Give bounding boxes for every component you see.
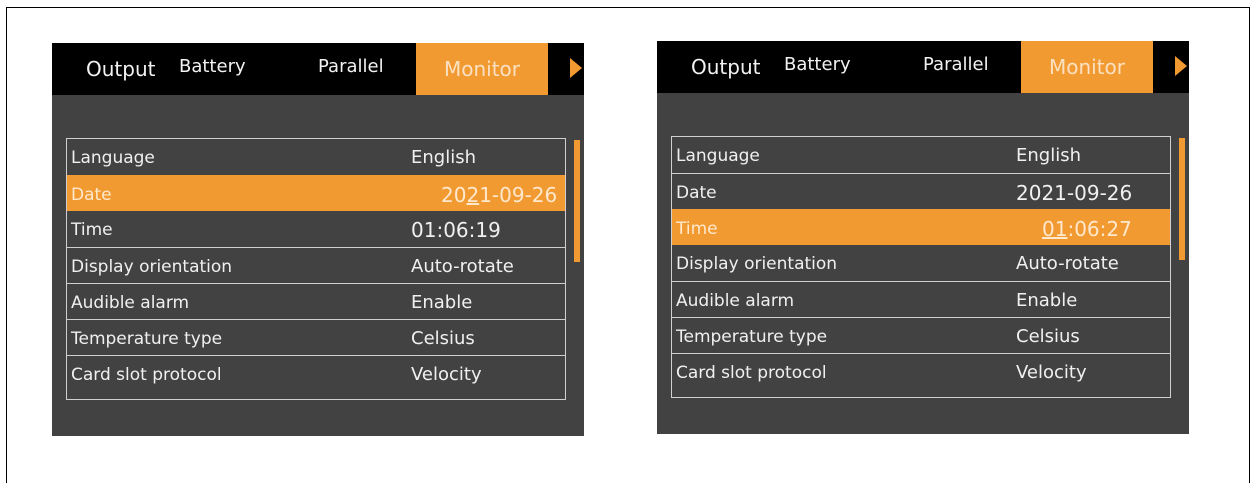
setting-label: Language [71, 148, 155, 168]
setting-value: Auto-rotate [411, 256, 514, 277]
setting-label: Language [676, 146, 760, 166]
tab-bar: Output Battery Parallel Monitor [657, 41, 1189, 93]
edit-cursor-digit: 01 [1042, 217, 1068, 241]
setting-value: 2021-09-26 [1016, 181, 1133, 205]
setting-value: Celsius [1016, 326, 1080, 347]
setting-label: Audible alarm [676, 291, 795, 311]
tab-monitor[interactable]: Monitor [416, 43, 548, 95]
setting-row-language[interactable]: Language English [67, 139, 565, 175]
settings-list: Language English Date 2021-09-26 Time 01… [66, 138, 566, 400]
tab-battery[interactable]: Battery [784, 39, 851, 91]
monitor-screen-time-edit: Output Battery Parallel Monitor Language… [657, 41, 1189, 434]
setting-label: Display orientation [676, 254, 838, 274]
settings-list: Language English Date 2021-09-26 Time 01… [671, 136, 1171, 398]
setting-row-temperature-type[interactable]: Temperature type Celsius [67, 319, 565, 355]
setting-value: Auto-rotate [1016, 253, 1119, 274]
setting-value: English [411, 147, 476, 168]
setting-row-card-slot-protocol[interactable]: Card slot protocol Velocity [672, 353, 1170, 389]
setting-value: English [1016, 145, 1081, 166]
time-suffix: :06:27 [1067, 217, 1132, 241]
setting-label: Temperature type [676, 327, 828, 347]
setting-value: Celsius [411, 328, 475, 349]
tab-bar: Output Battery Parallel Monitor [52, 43, 584, 95]
setting-label: Card slot protocol [71, 365, 222, 385]
setting-label: Temperature type [71, 329, 223, 349]
setting-value: Velocity [411, 364, 482, 385]
tab-parallel[interactable]: Parallel [318, 41, 384, 93]
tab-parallel[interactable]: Parallel [923, 39, 989, 91]
setting-row-date[interactable]: Date 2021-09-26 [67, 175, 565, 211]
setting-row-display-orientation[interactable]: Display orientation Auto-rotate [672, 245, 1170, 281]
setting-label: Time [71, 220, 113, 240]
setting-label: Audible alarm [71, 293, 190, 313]
setting-row-time[interactable]: Time 01:06:19 [67, 211, 565, 247]
tab-output[interactable]: Output [86, 43, 155, 95]
tab-monitor[interactable]: Monitor [1021, 41, 1153, 93]
monitor-screen-date-edit: Output Battery Parallel Monitor Language… [52, 43, 584, 436]
date-edit-value[interactable]: 2021-09-26 [441, 176, 557, 212]
setting-row-audible-alarm[interactable]: Audible alarm Enable [67, 283, 565, 319]
tab-next-arrow-icon[interactable] [570, 58, 582, 78]
setting-label: Date [676, 183, 717, 203]
setting-row-language[interactable]: Language English [672, 137, 1170, 173]
tab-output[interactable]: Output [691, 41, 760, 93]
setting-value: Enable [1016, 290, 1078, 311]
setting-row-time[interactable]: Time 01:06:27 [672, 209, 1170, 245]
edit-cursor-digit: 2 [466, 183, 480, 207]
setting-row-card-slot-protocol[interactable]: Card slot protocol Velocity [67, 355, 565, 391]
setting-value: 01:06:19 [411, 218, 501, 242]
scrollbar[interactable] [574, 140, 580, 262]
date-suffix: 1-09-26 [479, 183, 558, 207]
setting-row-audible-alarm[interactable]: Audible alarm Enable [672, 281, 1170, 317]
setting-row-temperature-type[interactable]: Temperature type Celsius [672, 317, 1170, 353]
setting-row-date[interactable]: Date 2021-09-26 [672, 173, 1170, 209]
time-edit-value[interactable]: 01:06:27 [1042, 210, 1132, 246]
setting-label: Time [676, 219, 718, 239]
scrollbar[interactable] [1179, 138, 1185, 260]
setting-label: Date [71, 185, 112, 205]
setting-label: Display orientation [71, 257, 233, 277]
date-prefix: 20 [441, 183, 467, 207]
setting-row-display-orientation[interactable]: Display orientation Auto-rotate [67, 247, 565, 283]
setting-label: Card slot protocol [676, 363, 827, 383]
setting-value: Enable [411, 292, 473, 313]
tab-battery[interactable]: Battery [179, 41, 246, 93]
tab-next-arrow-icon[interactable] [1175, 56, 1187, 76]
setting-value: Velocity [1016, 362, 1087, 383]
